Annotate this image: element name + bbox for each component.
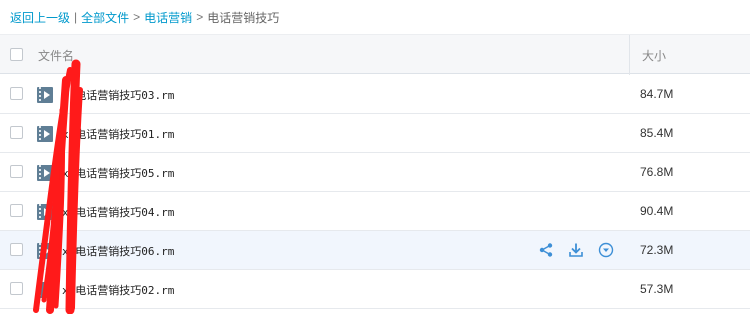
file-name[interactable]: x-电话营销技巧01.rm xyxy=(62,126,174,142)
breadcrumb-divider: | xyxy=(74,10,78,24)
file-size: 72.3M xyxy=(640,243,674,257)
file-size: 57.3M xyxy=(640,282,674,296)
current-folder: 电话营销技巧 xyxy=(207,10,280,25)
select-all-checkbox[interactable] xyxy=(10,48,23,61)
column-divider xyxy=(629,35,630,75)
breadcrumb-arrow: > xyxy=(133,10,141,24)
row-checkbox[interactable] xyxy=(10,165,23,178)
video-file-icon xyxy=(37,126,53,142)
back-link[interactable]: 返回上一级 xyxy=(10,9,70,26)
file-size: 84.7M xyxy=(640,87,674,101)
more-dropdown-icon[interactable] xyxy=(597,241,615,259)
column-header-name[interactable]: 文件名 xyxy=(38,47,74,64)
row-checkbox[interactable] xyxy=(10,204,23,217)
file-row-hovered[interactable]: x-电话营销技巧06.rm 72.3M xyxy=(0,231,750,270)
video-file-icon xyxy=(37,282,53,298)
file-name[interactable]: x-电话营销技巧03.rm xyxy=(62,87,174,103)
video-file-icon xyxy=(37,204,53,220)
breadcrumb: 返回上一级 | 全部文件 > 电话营销 > 电话营销技巧 xyxy=(0,0,750,34)
folder-link[interactable]: 电话营销 xyxy=(144,9,192,26)
video-file-icon xyxy=(37,165,53,181)
all-files-link[interactable]: 全部文件 xyxy=(81,9,129,26)
download-icon[interactable] xyxy=(567,241,585,259)
file-name[interactable]: x-电话营销技巧02.rm xyxy=(62,282,174,298)
file-row[interactable]: x-电话营销技巧05.rm 76.8M xyxy=(0,153,750,192)
file-list-header: 文件名 大小 xyxy=(0,34,750,75)
video-file-icon xyxy=(37,87,53,103)
row-checkbox[interactable] xyxy=(10,126,23,139)
file-size: 76.8M xyxy=(640,165,674,179)
file-name[interactable]: x-电话营销技巧06.rm xyxy=(62,243,174,259)
row-checkbox[interactable] xyxy=(10,282,23,295)
file-size: 90.4M xyxy=(640,204,674,218)
file-row[interactable]: x-电话营销技巧04.rm 90.4M xyxy=(0,192,750,231)
file-name[interactable]: x-电话营销技巧05.rm xyxy=(62,165,174,181)
row-checkbox[interactable] xyxy=(10,87,23,100)
file-name[interactable]: x-电话营销技巧04.rm xyxy=(62,204,174,220)
row-actions xyxy=(537,241,615,259)
breadcrumb-arrow: > xyxy=(196,10,204,24)
share-icon[interactable] xyxy=(537,241,555,259)
column-header-size[interactable]: 大小 xyxy=(642,47,666,64)
row-checkbox[interactable] xyxy=(10,243,23,256)
file-size: 85.4M xyxy=(640,126,674,140)
file-row[interactable]: x-电话营销技巧03.rm 84.7M xyxy=(0,75,750,114)
video-file-icon xyxy=(37,243,53,259)
file-row[interactable]: x-电话营销技巧02.rm 57.3M xyxy=(0,270,750,309)
file-row[interactable]: x-电话营销技巧01.rm 85.4M xyxy=(0,114,750,153)
